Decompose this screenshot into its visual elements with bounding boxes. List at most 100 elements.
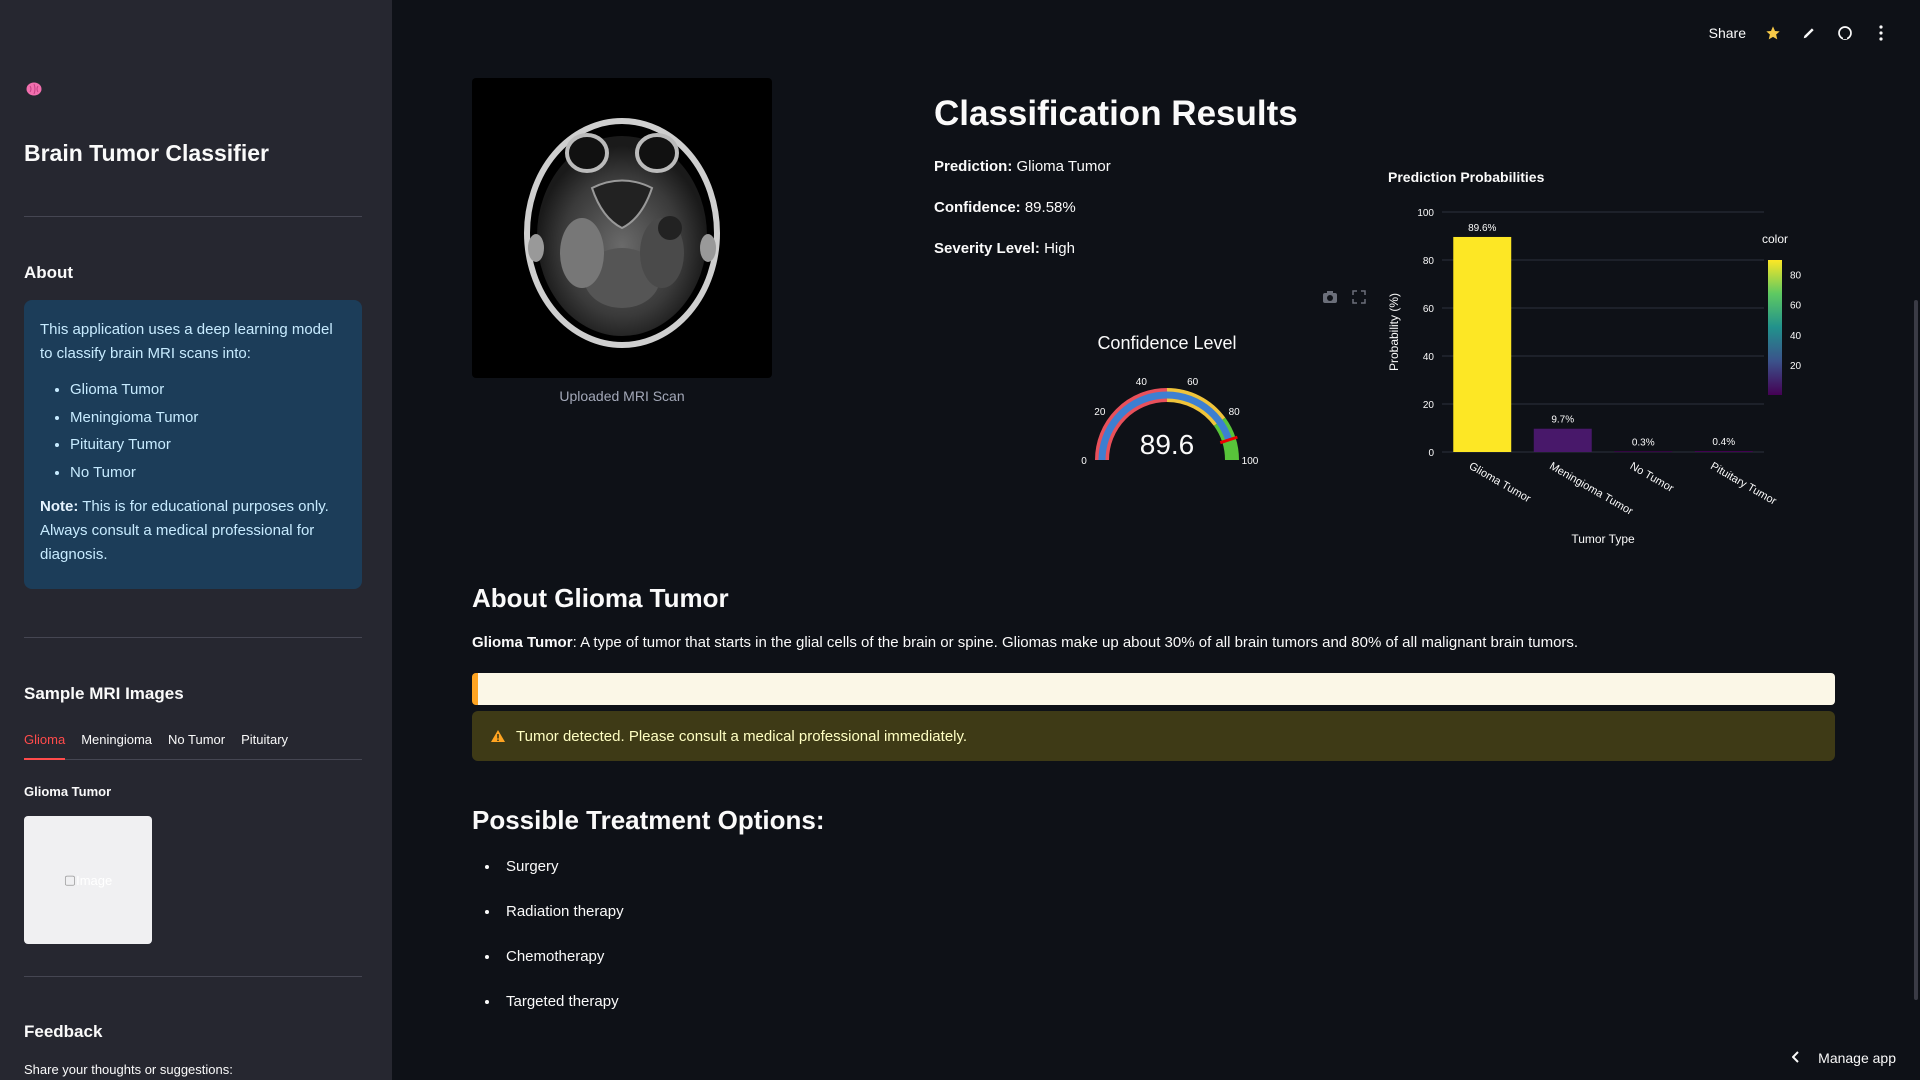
sample-image-alt: Image — [76, 872, 113, 888]
confidence-gauge: 0 20 40 60 80 100 89.6 — [1081, 377, 1259, 467]
list-item: Meningioma Tumor — [70, 406, 346, 430]
progress-bar — [472, 673, 1835, 705]
manage-app-button[interactable]: Manage app — [1791, 1050, 1896, 1066]
sample-image: ▢ Image — [24, 816, 152, 944]
y-tick-label: 40 — [1423, 352, 1435, 363]
gauge-tick-label: 0 — [1081, 456, 1087, 467]
x-tick-label: Pituitary Tumor — [1708, 460, 1778, 508]
prediction-value: Glioma Tumor — [1012, 158, 1111, 175]
about-tumor-heading: About Glioma Tumor — [472, 583, 729, 613]
note: Note: This is for educational purposes o… — [40, 495, 346, 567]
prediction-label: Prediction: — [934, 158, 1013, 175]
note-label: Note: — [40, 497, 79, 515]
manage-app-label: Manage app — [1818, 1050, 1896, 1066]
gauge-tick-label: 100 — [1242, 456, 1259, 467]
severity-stat: Severity Level: High — [934, 240, 1075, 257]
prediction-stat: Prediction: Glioma Tumor — [934, 158, 1111, 175]
warning-text: Tumor detected. Please consult a medical… — [516, 727, 968, 745]
sidebar: Brain Tumor Classifier About This applic… — [0, 0, 392, 1080]
bar — [1533, 428, 1592, 452]
treatment-heading: Possible Treatment Options: — [472, 805, 825, 835]
bar-data-label: 0.4% — [1712, 437, 1735, 448]
bar — [1453, 236, 1512, 452]
treatment-list: Surgery Radiation therapy Chemotherapy T… — [500, 858, 624, 1038]
x-tick-label: Glioma Tumor — [1467, 460, 1533, 505]
y-tick-label: 100 — [1417, 208, 1434, 219]
divider — [24, 216, 362, 217]
colorbar-tick-label: 80 — [1790, 271, 1802, 282]
gauge-title: Confidence Level — [1097, 333, 1237, 353]
results-title: Classification Results — [934, 94, 1298, 133]
gauge-tick-label: 80 — [1229, 407, 1241, 418]
bar — [1694, 451, 1753, 452]
colorbar — [1768, 260, 1782, 395]
warning-alert: Tumor detected. Please consult a medical… — [472, 711, 1835, 761]
tab-pituitary[interactable]: Pituitary — [241, 728, 288, 760]
gauge-tick-label: 20 — [1094, 407, 1106, 418]
list-item: No Tumor — [70, 461, 346, 485]
colorbar-tick-label: 40 — [1790, 331, 1802, 342]
list-item: Targeted therapy — [500, 993, 624, 1038]
feedback-heading: Feedback — [24, 1022, 103, 1041]
colorbar-tick-label: 20 — [1790, 361, 1802, 372]
x-tick-label: No Tumor — [1628, 460, 1676, 495]
list-item: Chemotherapy — [500, 948, 624, 993]
x-axis-label: Tumor Type — [1571, 532, 1635, 546]
tab-meningioma[interactable]: Meningioma — [81, 728, 152, 760]
y-tick-label: 80 — [1423, 256, 1435, 267]
samples-heading: Sample MRI Images — [24, 684, 184, 703]
x-tick-label: Meningioma Tumor — [1547, 460, 1635, 518]
scrollbar[interactable] — [1914, 300, 1918, 1000]
sample-label: Glioma Tumor — [24, 784, 112, 799]
about-heading: About — [24, 263, 74, 282]
about-info-box: This application uses a deep learning mo… — [24, 300, 362, 589]
bar — [1614, 451, 1673, 453]
about-text: This application uses a deep learning mo… — [40, 321, 333, 362]
tumor-term: Glioma Tumor — [472, 634, 573, 651]
colorbar-tick-label: 60 — [1790, 301, 1802, 312]
note-text: This is for educational purposes only. A… — [40, 497, 329, 563]
severity-value: High — [1039, 240, 1075, 257]
divider — [24, 976, 362, 977]
chevron-left-icon — [1791, 1050, 1800, 1066]
gauge-tick-label: 60 — [1187, 377, 1199, 388]
divider — [24, 637, 362, 638]
tab-glioma[interactable]: Glioma — [24, 728, 66, 760]
confidence-label: Confidence: — [934, 199, 1021, 216]
list-item: Glioma Tumor — [70, 378, 346, 402]
confidence-value: 89.58% — [1020, 199, 1076, 216]
y-tick-label: 0 — [1428, 448, 1434, 459]
bar-data-label: 0.3% — [1632, 437, 1655, 448]
tumor-description: Glioma Tumor: A type of tumor that start… — [472, 634, 1578, 651]
camera-icon[interactable] — [1322, 290, 1338, 309]
chart-tools — [1322, 290, 1366, 309]
y-axis-label: Probability (%) — [1387, 293, 1401, 371]
gauge-value-label: 89.6 — [1140, 429, 1195, 460]
list-item: Surgery — [500, 858, 624, 903]
mri-caption: Uploaded MRI Scan — [559, 388, 685, 404]
chart-title: Prediction Probabilities — [1388, 169, 1545, 185]
probability-bar-chart: Prediction Probabilities 0 20 40 60 80 100 Prob… — [1387, 169, 1802, 546]
tumor-text: : A type of tumor that starts in the gli… — [572, 634, 1579, 651]
gauge-tick-label: 40 — [1136, 377, 1148, 388]
warning-icon — [491, 730, 505, 742]
y-tick-label: 20 — [1423, 400, 1435, 411]
brain-icon — [26, 82, 42, 96]
confidence-stat: Confidence: 89.58% — [934, 199, 1076, 216]
app-title: Brain Tumor Classifier — [24, 140, 269, 166]
tab-no-tumor[interactable]: No Tumor — [168, 728, 225, 760]
fullscreen-icon[interactable] — [1352, 290, 1366, 309]
bar-data-label: 89.6% — [1468, 223, 1496, 234]
list-item: Radiation therapy — [500, 903, 624, 948]
feedback-prompt: Share your thoughts or suggestions: — [24, 1062, 233, 1077]
list-item: Pituitary Tumor — [70, 433, 346, 457]
colorbar-title: color — [1762, 232, 1788, 246]
severity-label: Severity Level: — [934, 240, 1040, 257]
mri-image — [472, 78, 772, 378]
sample-tabs: Glioma Meningioma No Tumor Pituitary — [24, 728, 362, 760]
class-list: Glioma Tumor Meningioma Tumor Pituitary … — [70, 378, 346, 485]
broken-image-icon: ▢ — [63, 872, 77, 887]
y-tick-label: 60 — [1423, 304, 1435, 315]
bar-data-label: 9.7% — [1551, 415, 1574, 426]
main-content: Uploaded MRI Scan Classification Results… — [392, 0, 1920, 1080]
